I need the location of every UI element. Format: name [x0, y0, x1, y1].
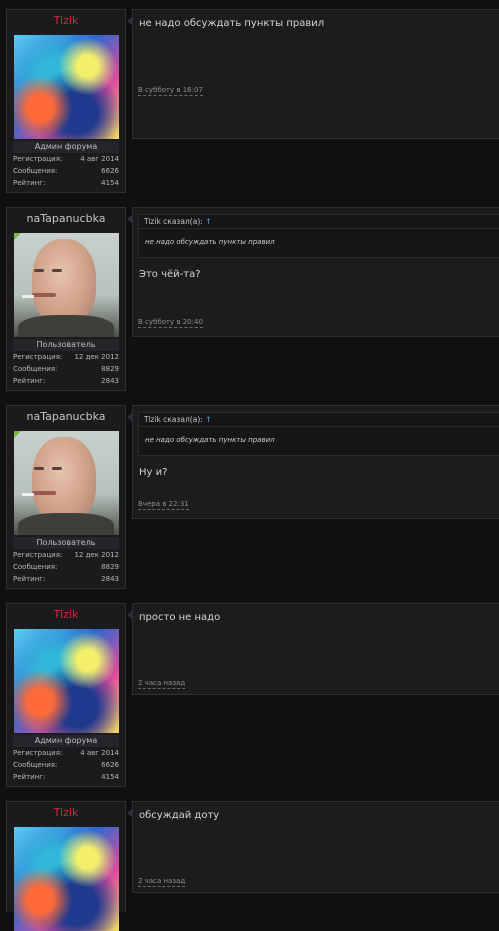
author-panel: Tizik Админ форума Регистрация: 4 авг 201…: [6, 603, 126, 787]
stat-label: Сообщения:: [13, 761, 58, 769]
post-text: Ну и?: [139, 467, 168, 478]
author-panel: Tizik: [6, 801, 126, 931]
stat-label: Регистрация:: [13, 749, 63, 757]
stat-registration: Регистрация: 4 авг 2014: [7, 153, 125, 165]
post-body: обсуждай доту 2 часа назад: [127, 801, 499, 893]
post-body: Tizik сказал(а): ↑ не надо обсуждать пун…: [127, 405, 499, 519]
quote-jump-icon[interactable]: ↑: [205, 217, 211, 226]
author-panel: Tizik Админ форума Регистрация: 4 авг 201…: [6, 9, 126, 193]
avatar-eye: [33, 269, 44, 272]
stat-label: Регистрация:: [13, 551, 63, 559]
user-role: Админ форума: [13, 735, 119, 747]
stat-messages: Сообщения: 8829: [7, 561, 125, 573]
stat-value: 4154: [101, 773, 119, 781]
author-name[interactable]: Tizik: [7, 604, 125, 624]
avatar-mouth: [31, 293, 56, 297]
online-marker-icon: [13, 431, 21, 438]
user-role: Пользователь: [13, 339, 119, 351]
post-body: не надо обсуждать пункты правил В суббот…: [127, 9, 499, 139]
stat-label: Рейтинг:: [13, 179, 46, 187]
avatar-cigarette: [21, 493, 34, 496]
quote-jump-icon[interactable]: ↑: [205, 415, 211, 424]
author-name[interactable]: Tizik: [7, 10, 125, 30]
avatar[interactable]: [13, 233, 119, 337]
stat-value: 2843: [101, 377, 119, 385]
author-panel: naTapanucbka Пользователь Регистрация: 12…: [6, 207, 126, 391]
stat-label: Сообщения:: [13, 365, 58, 373]
stat-label: Рейтинг:: [13, 575, 46, 583]
quote-header: Tizik сказал(а): ↑: [139, 413, 499, 427]
post-body: просто не надо 2 часа назад: [127, 603, 499, 695]
avatar-mouth: [31, 491, 56, 495]
stat-label: Регистрация:: [13, 353, 63, 361]
author-panel: naTapanucbka Пользователь Регистрация: 12…: [6, 405, 126, 589]
avatar-eye: [33, 467, 44, 470]
stat-rating: Рейтинг: 4154: [7, 771, 125, 783]
quote-author: Tizik сказал(а):: [144, 415, 203, 424]
user-role: Админ форума: [13, 141, 119, 153]
post-timestamp[interactable]: В субботу в 20:40: [138, 318, 203, 328]
stat-registration: Регистрация: 4 авг 2014: [7, 747, 125, 759]
post-timestamp[interactable]: Вчера в 22:31: [138, 500, 189, 510]
avatar-body: [17, 513, 114, 535]
post-text: не надо обсуждать пункты правил: [139, 18, 325, 29]
author-name[interactable]: naTapanucbka: [7, 406, 125, 426]
quote-block: Tizik сказал(а): ↑ не надо обсуждать пун…: [138, 214, 499, 258]
stat-value: 8829: [101, 563, 119, 571]
stat-rating: Рейтинг: 2843: [7, 375, 125, 387]
stat-label: Сообщения:: [13, 563, 58, 571]
user-role: Пользователь: [13, 537, 119, 549]
avatar-body: [17, 315, 114, 337]
stat-rating: Рейтинг: 4154: [7, 177, 125, 189]
post-timestamp[interactable]: 2 часа назад: [138, 679, 186, 689]
stat-value: 12 дек 2012: [74, 551, 119, 559]
stat-value: 4154: [101, 179, 119, 187]
post-body: Tizik сказал(а): ↑ не надо обсуждать пун…: [127, 207, 499, 337]
stat-rating: Рейтинг: 2843: [7, 573, 125, 585]
quote-header: Tizik сказал(а): ↑: [139, 215, 499, 229]
online-marker-icon: [13, 233, 21, 240]
stat-value: 12 дек 2012: [74, 353, 119, 361]
avatar-cigarette: [21, 295, 34, 298]
avatar[interactable]: [13, 629, 119, 733]
avatar-eye: [51, 269, 62, 272]
stat-messages: Сообщения: 6626: [7, 759, 125, 771]
stat-label: Рейтинг:: [13, 377, 46, 385]
stat-registration: Регистрация: 12 дек 2012: [7, 351, 125, 363]
avatar[interactable]: [13, 827, 119, 931]
author-name[interactable]: naTapanucbka: [7, 208, 125, 228]
stat-messages: Сообщения: 6626: [7, 165, 125, 177]
quote-text: не надо обсуждать пункты правил: [145, 436, 275, 444]
stat-value: 4 авг 2014: [80, 155, 119, 163]
post-timestamp[interactable]: В субботу в 16:07: [138, 86, 203, 96]
post-timestamp[interactable]: 2 часа назад: [138, 877, 186, 887]
avatar-head: [31, 437, 96, 523]
stat-value: 8829: [101, 365, 119, 373]
stat-label: Сообщения:: [13, 167, 58, 175]
stat-value: 6626: [101, 167, 119, 175]
quote-block: Tizik сказал(а): ↑ не надо обсуждать пун…: [138, 412, 499, 456]
avatar-eye: [51, 467, 62, 470]
quote-text: не надо обсуждать пункты правил: [145, 238, 275, 246]
avatar[interactable]: [13, 35, 119, 139]
post-text: обсуждай доту: [139, 810, 220, 821]
stat-label: Рейтинг:: [13, 773, 46, 781]
author-name[interactable]: Tizik: [7, 802, 125, 822]
stat-value: 4 авг 2014: [80, 749, 119, 757]
stat-value: 6626: [101, 761, 119, 769]
stat-label: Регистрация:: [13, 155, 63, 163]
post-text: просто не надо: [139, 612, 221, 623]
stat-value: 2843: [101, 575, 119, 583]
post-text: Это чёй-та?: [139, 269, 201, 280]
avatar[interactable]: [13, 431, 119, 535]
stat-messages: Сообщения: 8829: [7, 363, 125, 375]
quote-author: Tizik сказал(а):: [144, 217, 203, 226]
avatar-head: [31, 239, 96, 325]
stat-registration: Регистрация: 12 дек 2012: [7, 549, 125, 561]
